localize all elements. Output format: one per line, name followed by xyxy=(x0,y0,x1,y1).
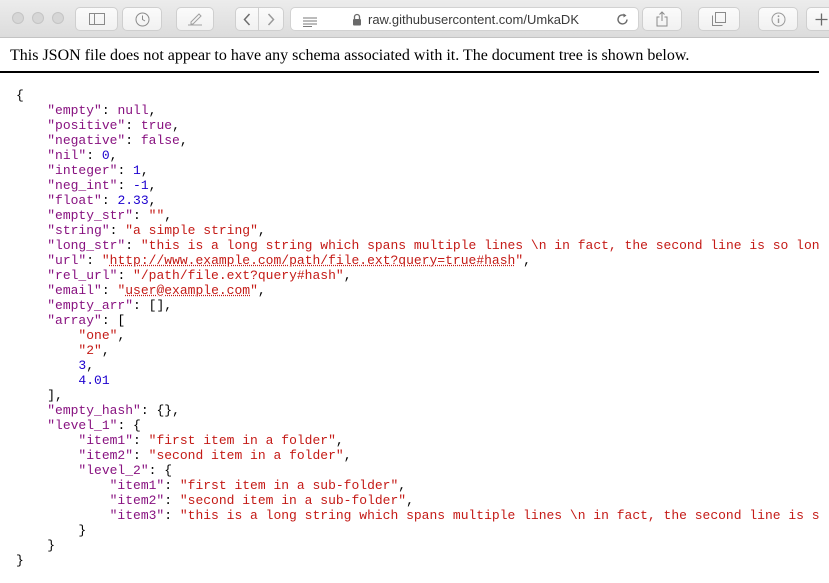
json-value: "" xyxy=(148,208,165,223)
json-value: 0 xyxy=(101,148,110,163)
share-button[interactable] xyxy=(642,7,682,31)
schema-notice: This JSON file does not appear to have a… xyxy=(10,47,690,64)
reload-icon[interactable] xyxy=(616,13,629,31)
json-key: "item2" xyxy=(109,493,165,508)
json-value: "this is a long string which spans multi… xyxy=(179,508,820,523)
json-key: "neg_int" xyxy=(47,178,118,193)
array-item: "one" xyxy=(78,328,118,343)
json-key: "empty_hash" xyxy=(47,403,141,418)
share-icon xyxy=(656,11,668,27)
json-value: {} xyxy=(156,403,173,418)
address-text[interactable]: raw.githubusercontent.com/UmkaDK xyxy=(368,12,579,27)
back-button[interactable] xyxy=(235,7,259,31)
edit-button[interactable] xyxy=(176,7,214,31)
sidebar-icon xyxy=(88,13,105,25)
json-key: "positive" xyxy=(47,118,126,133)
json-value: false xyxy=(140,133,180,148)
array-item: "2" xyxy=(78,343,102,358)
json-key: "level_2" xyxy=(78,463,149,478)
json-key: "empty_str" xyxy=(47,208,134,223)
json-key: "empty" xyxy=(47,103,102,118)
tabs-overview-button[interactable] xyxy=(698,7,740,31)
minimize-window-button[interactable] xyxy=(32,12,44,24)
json-value: "second item in a sub-folder" xyxy=(179,493,407,508)
json-value: "a simple string" xyxy=(125,223,258,238)
email-link[interactable]: user@example.com xyxy=(125,283,250,298)
edit-icon xyxy=(187,12,203,26)
array-item: 3 xyxy=(78,358,87,373)
json-value: "/path/file.ext?query#hash" xyxy=(133,268,344,283)
json-key: "float" xyxy=(47,193,102,208)
back-icon xyxy=(243,12,251,26)
json-key: "array" xyxy=(47,313,102,328)
tabs-icon xyxy=(712,12,726,26)
forward-button[interactable] xyxy=(259,7,284,31)
url-link[interactable]: http://www.example.com/path/file.ext?que… xyxy=(110,253,516,268)
json-value: [] xyxy=(148,298,165,313)
forward-icon xyxy=(267,12,275,26)
json-value: 2.33 xyxy=(117,193,149,208)
sidebar-button[interactable] xyxy=(75,7,118,31)
lock-icon xyxy=(352,13,362,31)
json-key: "item3" xyxy=(109,508,165,523)
zoom-window-button[interactable] xyxy=(52,12,64,24)
json-value: true xyxy=(140,118,173,133)
json-value: "this is a long string which spans multi… xyxy=(140,238,820,253)
info-icon xyxy=(771,12,786,27)
reader-icon[interactable] xyxy=(303,14,317,32)
json-document-tree: { "empty": null, "positive": true, "nega… xyxy=(16,88,820,568)
root-open: { xyxy=(16,88,24,103)
new-tab-button[interactable] xyxy=(806,7,829,31)
json-key: "email" xyxy=(47,283,102,298)
json-value: "second item in a folder" xyxy=(148,448,344,463)
json-key: "string" xyxy=(47,223,110,238)
json-value: -1 xyxy=(133,178,149,193)
json-key: "url" xyxy=(47,253,87,268)
json-key: "empty_arr" xyxy=(47,298,134,313)
json-key: "long_str" xyxy=(47,238,126,253)
json-value: null xyxy=(117,103,149,118)
close-window-button[interactable] xyxy=(12,12,24,24)
json-key: "nil" xyxy=(47,148,87,163)
json-value: "first item in a sub-folder" xyxy=(179,478,399,493)
json-key: "negative" xyxy=(47,133,126,148)
json-key: "item1" xyxy=(109,478,165,493)
array-item: 4.01 xyxy=(78,373,110,388)
history-icon xyxy=(135,12,150,27)
json-key: "item2" xyxy=(78,448,134,463)
json-key: "item1" xyxy=(78,433,134,448)
address-bar[interactable]: raw.githubusercontent.com/UmkaDK xyxy=(290,7,639,31)
history-button[interactable] xyxy=(122,7,162,31)
header-divider xyxy=(0,71,819,73)
json-key: "rel_url" xyxy=(47,268,118,283)
plus-icon xyxy=(815,13,828,26)
browser-toolbar: raw.githubusercontent.com/UmkaDK xyxy=(0,0,829,38)
json-key: "level_1" xyxy=(47,418,118,433)
info-button[interactable] xyxy=(758,7,798,31)
json-value: 1 xyxy=(133,163,141,178)
json-value: "first item in a folder" xyxy=(148,433,336,448)
json-key: "integer" xyxy=(47,163,118,178)
